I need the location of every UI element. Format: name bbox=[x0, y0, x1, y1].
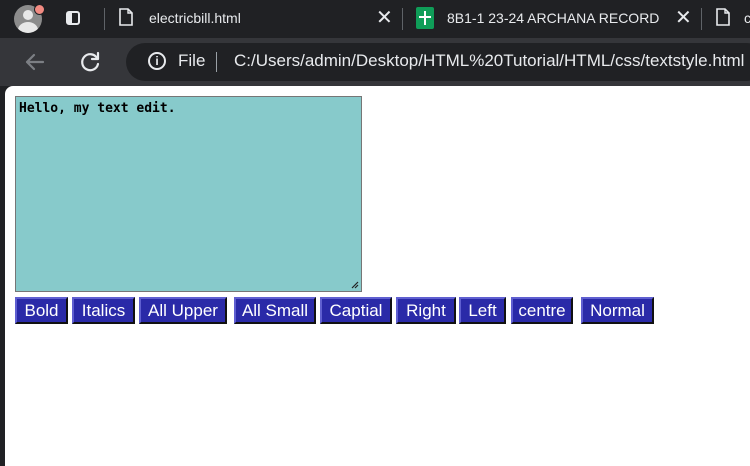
page-content: Hello, my text edit. Bold Italics All Up… bbox=[5, 86, 750, 466]
capital-button[interactable]: Captial bbox=[320, 297, 392, 324]
tab-title: 8B1-1 23-24 ARCHANA RECORD bbox=[447, 10, 660, 26]
bold-button[interactable]: Bold bbox=[15, 297, 68, 324]
address-bar[interactable]: i File C:/Users/admin/Desktop/HTML%20Tut… bbox=[126, 43, 750, 81]
centre-align-button[interactable]: centre bbox=[511, 297, 573, 324]
tab-title: electricbill.html bbox=[149, 10, 241, 26]
all-upper-button[interactable]: All Upper bbox=[139, 297, 227, 324]
document-icon bbox=[716, 8, 730, 26]
sheets-icon bbox=[416, 7, 434, 29]
tab-title: c bbox=[744, 10, 750, 26]
tab-electricbill[interactable]: electricbill.html ✕ bbox=[105, 0, 401, 38]
tab-actions-bar bbox=[68, 13, 72, 23]
italics-button[interactable]: Italics bbox=[72, 297, 135, 324]
avatar-shoulders bbox=[18, 22, 38, 33]
info-icon[interactable]: i bbox=[148, 52, 166, 70]
tab-third[interactable]: c bbox=[702, 0, 750, 38]
resize-grip-icon[interactable] bbox=[350, 280, 359, 289]
all-small-button[interactable]: All Small bbox=[234, 297, 316, 324]
close-icon[interactable]: ✕ bbox=[376, 7, 393, 29]
reload-icon[interactable] bbox=[76, 48, 104, 76]
normal-button[interactable]: Normal bbox=[581, 297, 654, 324]
scheme-label: File bbox=[178, 51, 206, 70]
close-icon[interactable]: ✕ bbox=[675, 7, 692, 29]
url-text[interactable]: C:/Users/admin/Desktop/HTML%20Tutorial/H… bbox=[234, 51, 744, 71]
left-align-button[interactable]: Left bbox=[459, 297, 506, 324]
text-editor[interactable]: Hello, my text edit. bbox=[15, 96, 362, 292]
tab-sheets-record[interactable]: 8B1-1 23-24 ARCHANA RECORD ✕ bbox=[403, 0, 699, 38]
back-arrow-icon[interactable] bbox=[21, 48, 49, 76]
tab-strip: electricbill.html ✕ 8B1-1 23-24 ARCHANA … bbox=[0, 0, 750, 38]
notification-dot bbox=[34, 4, 45, 15]
browser-toolbar: i File C:/Users/admin/Desktop/HTML%20Tut… bbox=[0, 38, 750, 86]
document-icon bbox=[119, 8, 133, 26]
tab-actions-icon[interactable] bbox=[63, 9, 85, 29]
address-separator bbox=[216, 52, 217, 72]
right-align-button[interactable]: Right bbox=[396, 297, 456, 324]
avatar-head bbox=[23, 10, 33, 20]
